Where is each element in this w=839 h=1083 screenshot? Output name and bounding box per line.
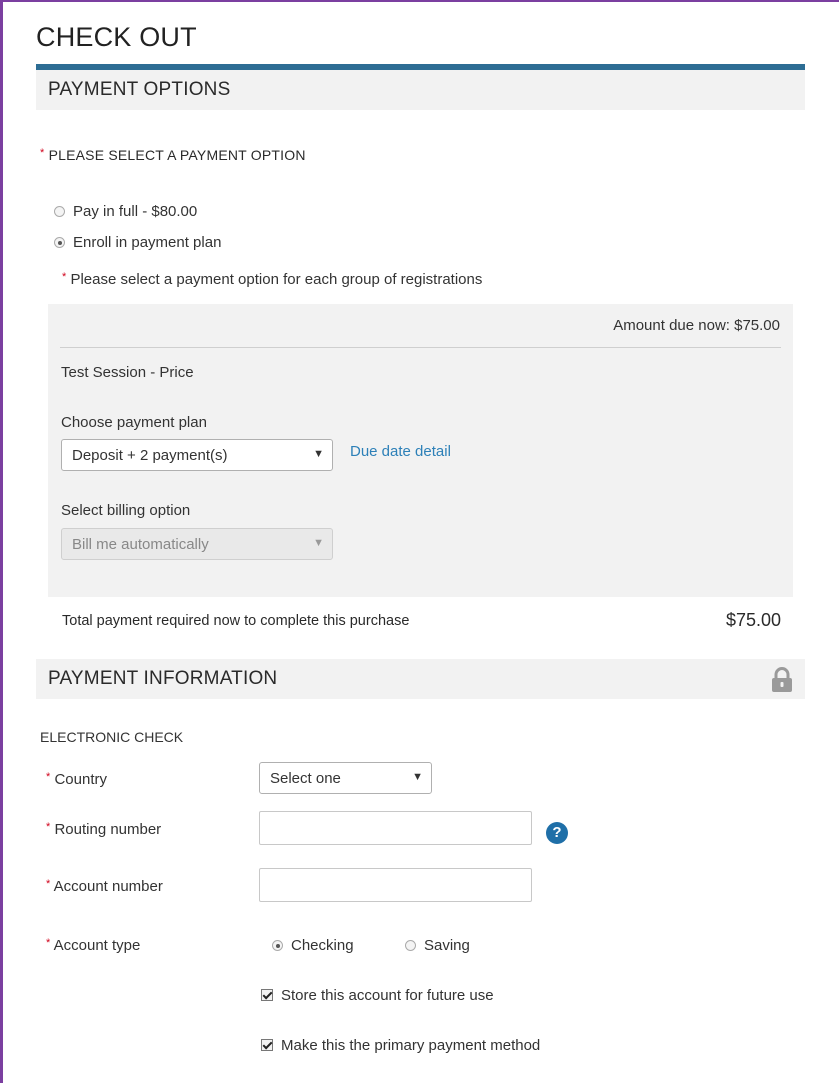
due-date-detail-link[interactable]: Due date detail xyxy=(350,443,451,460)
checkbox-checked-icon[interactable] xyxy=(261,989,273,1001)
account-type-label: * Account type xyxy=(46,937,140,954)
checking-label: Checking xyxy=(291,937,354,954)
checkbox-checked-icon[interactable] xyxy=(261,1039,273,1051)
payment-options-title: PAYMENT OPTIONS xyxy=(48,79,231,100)
routing-number-label: * Routing number xyxy=(46,821,161,838)
required-marker: * xyxy=(62,271,67,283)
caret-down-icon: ▼ xyxy=(412,771,423,783)
primary-method-checkbox[interactable]: Make this the primary payment method xyxy=(261,1037,540,1054)
primary-method-label: Make this the primary payment method xyxy=(281,1037,541,1054)
amount-due-now: Amount due now: $75.00 xyxy=(613,317,780,334)
account-number-input[interactable] xyxy=(259,868,532,902)
required-marker: * xyxy=(46,771,51,783)
group-note: * Please select a payment option for eac… xyxy=(62,271,482,288)
required-marker: * xyxy=(40,147,45,159)
radio-selected-icon[interactable] xyxy=(272,940,283,951)
group-note-text: Please select a payment option for each … xyxy=(70,271,483,288)
routing-number-input[interactable] xyxy=(259,811,532,845)
caret-down-icon: ▼ xyxy=(313,448,324,460)
store-account-label: Store this account for future use xyxy=(281,987,494,1004)
country-label: * Country xyxy=(46,771,107,788)
session-name: Test Session - Price xyxy=(61,364,194,381)
required-marker: * xyxy=(46,878,51,890)
checking-radio[interactable]: Checking xyxy=(272,937,354,954)
page-title: CHECK OUT xyxy=(36,22,197,52)
billing-option-value: Bill me automatically xyxy=(72,536,209,553)
total-payment-label: Total payment required now to complete t… xyxy=(62,613,410,629)
routing-number-label-text: Routing number xyxy=(54,821,162,838)
radio-icon[interactable] xyxy=(54,206,65,217)
required-marker: * xyxy=(46,821,51,833)
payment-option-prompt-text: PLEASE SELECT A PAYMENT OPTION xyxy=(48,147,306,163)
radio-icon[interactable] xyxy=(405,940,416,951)
required-marker: * xyxy=(46,937,51,949)
payment-plan-value: Deposit + 2 payment(s) xyxy=(72,447,228,464)
payment-plan-select[interactable]: Deposit + 2 payment(s) ▼ xyxy=(61,439,333,471)
store-account-checkbox[interactable]: Store this account for future use xyxy=(261,987,494,1004)
saving-radio[interactable]: Saving xyxy=(405,937,470,954)
radio-selected-icon[interactable] xyxy=(54,237,65,248)
saving-label: Saving xyxy=(424,937,470,954)
account-number-label-text: Account number xyxy=(53,878,163,895)
help-icon[interactable]: ? xyxy=(546,822,568,844)
caret-down-icon: ▼ xyxy=(313,537,324,549)
payment-plan-panel: Amount due now: $75.00 Test Session - Pr… xyxy=(48,304,793,597)
payment-method-label: ELECTRONIC CHECK xyxy=(40,729,184,745)
payment-information-header: PAYMENT INFORMATION xyxy=(36,659,805,699)
total-payment-value: $75.00 xyxy=(725,610,781,630)
choose-plan-label: Choose payment plan xyxy=(61,414,207,431)
payment-plan-label: Enroll in payment plan xyxy=(73,234,222,251)
payment-information-title: PAYMENT INFORMATION xyxy=(48,668,278,689)
country-label-text: Country xyxy=(54,771,107,788)
payment-options-header: PAYMENT OPTIONS xyxy=(36,64,805,110)
billing-option-label: Select billing option xyxy=(61,502,191,519)
billing-option-select[interactable]: Bill me automatically ▼ xyxy=(61,528,333,560)
payment-option-prompt: * PLEASE SELECT A PAYMENT OPTION xyxy=(40,147,306,163)
country-select[interactable]: Select one ▼ xyxy=(259,762,432,794)
payment-plan-radio[interactable]: Enroll in payment plan xyxy=(54,234,221,251)
pay-in-full-label: Pay in full - $80.00 xyxy=(73,203,198,220)
lock-icon xyxy=(772,667,792,692)
country-value: Select one xyxy=(270,770,341,787)
account-number-label: * Account number xyxy=(46,878,163,895)
account-type-label-text: Account type xyxy=(53,937,141,954)
panel-divider xyxy=(60,347,781,348)
pay-in-full-radio[interactable]: Pay in full - $80.00 xyxy=(54,203,197,220)
